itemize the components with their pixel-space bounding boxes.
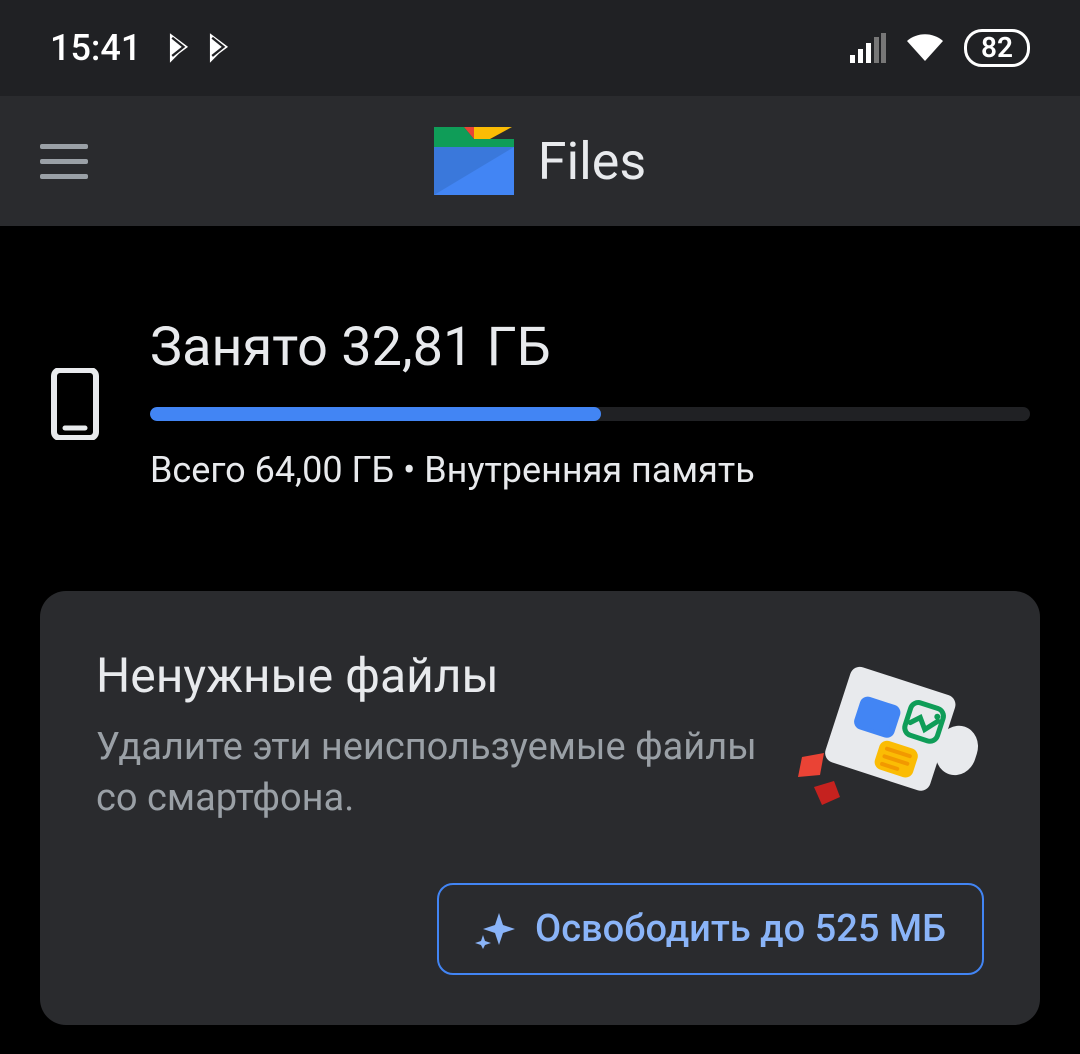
junk-card-description: Удалите эти неиспользуемые файлы со смар…	[96, 722, 760, 825]
battery-indicator: 82	[964, 29, 1030, 67]
cellular-signal-icon	[850, 33, 886, 63]
wifi-icon	[904, 33, 946, 63]
app-title-wrap: Files	[40, 127, 1040, 195]
junk-card-title: Ненужные файлы	[96, 647, 760, 704]
storage-progress-fill	[150, 407, 601, 421]
sparkle-icon	[475, 909, 515, 949]
app-title: Files	[538, 131, 646, 192]
main-content: Занято 32,81 ГБ Всего 64,00 ГБ • Внутрен…	[0, 226, 1080, 1025]
phone-icon	[51, 368, 99, 440]
storage-overview[interactable]: Занято 32,81 ГБ Всего 64,00 ГБ • Внутрен…	[40, 316, 1040, 491]
play-store-notif-icon	[205, 31, 233, 65]
app-bar: Files	[0, 96, 1080, 226]
storage-progress-bar	[150, 407, 1030, 421]
status-time: 15:41	[50, 27, 141, 69]
device-icon-wrap	[40, 368, 110, 440]
storage-total-label: Всего 64,00 ГБ • Внутренняя память	[150, 449, 1030, 491]
status-left: 15:41	[50, 27, 233, 69]
play-store-notif-icon	[165, 31, 193, 65]
status-right: 82	[850, 29, 1030, 67]
files-logo-icon	[434, 127, 514, 195]
card-text: Ненужные файлы Удалите эти неиспользуемы…	[96, 647, 760, 825]
notification-icons	[165, 31, 233, 65]
free-up-button-label: Освободить до 525 МБ	[535, 907, 946, 951]
storage-info: Занято 32,81 ГБ Всего 64,00 ГБ • Внутрен…	[150, 316, 1030, 491]
card-top: Ненужные файлы Удалите эти неиспользуемы…	[96, 647, 984, 825]
junk-files-card: Ненужные файлы Удалите эти неиспользуемы…	[40, 591, 1040, 1025]
status-bar: 15:41 82	[0, 0, 1080, 96]
storage-used-label: Занято 32,81 ГБ	[150, 316, 1030, 379]
dustpan-illustration-icon	[784, 647, 984, 817]
free-up-button[interactable]: Освободить до 525 МБ	[437, 883, 984, 975]
